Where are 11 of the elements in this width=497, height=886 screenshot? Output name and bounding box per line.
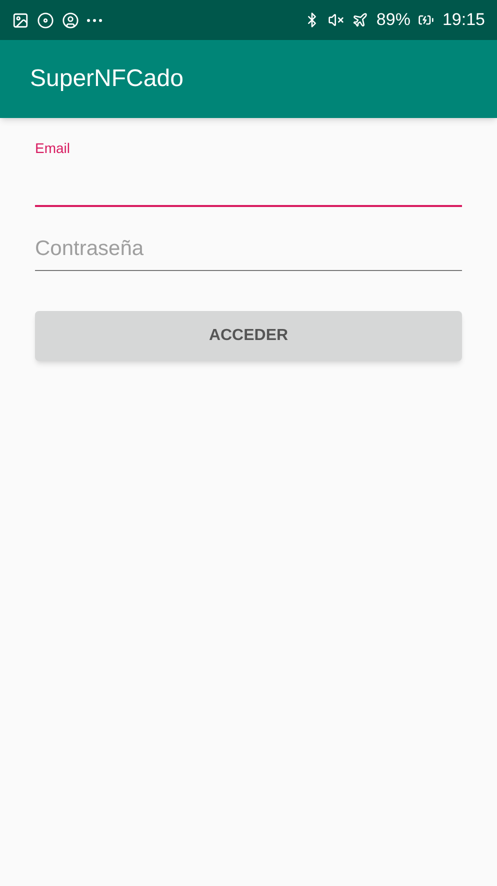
clock: 19:15 [442, 9, 485, 32]
input-field[interactable]: Contraseña [35, 227, 462, 271]
image-icon [12, 12, 29, 28]
field-label: Email [35, 139, 72, 158]
account-icon [62, 12, 79, 28]
battery-level: 89% [376, 9, 410, 32]
more-icon [87, 18, 102, 22]
mute-icon [328, 12, 344, 28]
app-title: SuperNFCado [30, 64, 184, 94]
airplane-icon [352, 12, 368, 28]
login-button[interactable]: ACCEDER [35, 311, 462, 361]
